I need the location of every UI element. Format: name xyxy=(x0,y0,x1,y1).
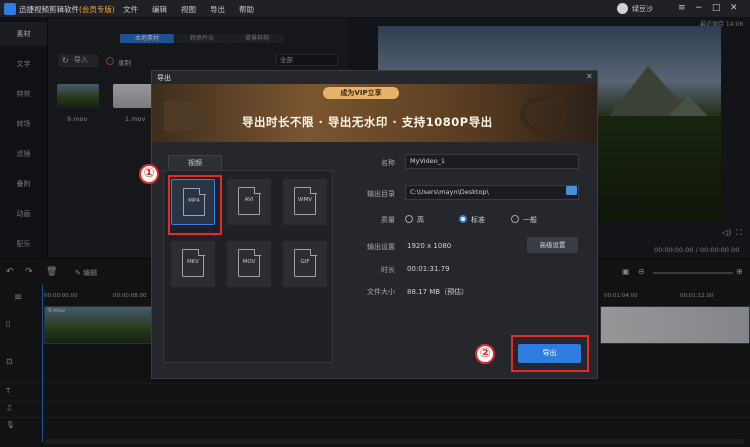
quality-standard-label[interactable]: 标准 xyxy=(471,215,485,225)
maximize-icon[interactable]: □ xyxy=(712,3,721,13)
dir-label: 输出目录 xyxy=(367,190,395,198)
close-icon[interactable]: ✕ xyxy=(586,72,593,81)
name-input[interactable]: MyVideo_1 xyxy=(405,154,579,169)
format-mov[interactable]: MOV xyxy=(227,241,271,287)
app-title: 迅捷视频剪辑软件(会员专版) xyxy=(19,5,115,14)
duration-label: 时长 xyxy=(381,266,395,274)
highlight-box-export xyxy=(511,335,589,372)
menu-icon[interactable]: ≡ xyxy=(678,3,686,13)
format-avi[interactable]: AVI xyxy=(227,179,271,225)
name-label: 名称 xyxy=(381,159,395,167)
quality-high-radio[interactable] xyxy=(405,215,413,223)
avatar[interactable] xyxy=(617,3,628,14)
minimize-icon[interactable]: − xyxy=(695,3,703,13)
username[interactable]: 绿豆沙 xyxy=(632,4,653,14)
size-label: 文件大小 xyxy=(367,288,395,296)
vip-pill[interactable]: 成为VIP立享 xyxy=(323,87,399,99)
video-camera-icon xyxy=(164,101,204,131)
vip-tag: (会员专版) xyxy=(79,5,115,14)
menu-file[interactable]: 文件 xyxy=(123,4,138,15)
folder-icon[interactable] xyxy=(566,186,577,195)
size-value: 88.17 MB（预估） xyxy=(407,288,469,296)
quality-high-label[interactable]: 高 xyxy=(417,215,424,225)
format-gif[interactable]: GIF xyxy=(283,241,327,287)
menu-export[interactable]: 导出 xyxy=(210,4,225,15)
quality-label: 质量 xyxy=(381,216,395,224)
dir-input[interactable]: C:\Users\mayn\Desktop\ xyxy=(405,185,579,200)
format-mkv[interactable]: MKV xyxy=(171,241,215,287)
menu-help[interactable]: 帮助 xyxy=(239,4,254,15)
menu-edit[interactable]: 编辑 xyxy=(152,4,167,15)
banner-text: 导出时长不限 · 导出无水印 · 支持1080P导出 xyxy=(242,115,493,129)
menu-view[interactable]: 视图 xyxy=(181,4,196,15)
advanced-settings-button[interactable]: 高级设置 xyxy=(527,237,578,253)
duration-value: 00:01:31.79 xyxy=(407,265,450,273)
settings-value: 1920 x 1080 xyxy=(407,242,452,250)
app-logo-icon xyxy=(4,3,16,15)
step-marker-1: ① xyxy=(139,164,159,184)
close-icon[interactable]: ✕ xyxy=(730,3,738,13)
step-marker-2: ② xyxy=(475,344,495,364)
quality-normal-label[interactable]: 一般 xyxy=(523,215,537,225)
quality-normal-radio[interactable] xyxy=(511,215,519,223)
format-wmv[interactable]: WMV xyxy=(283,179,327,225)
settings-label: 输出设置 xyxy=(367,243,395,251)
tab-video[interactable]: 视频 xyxy=(168,155,222,170)
film-reel-icon xyxy=(520,95,568,135)
dialog-title: 导出 xyxy=(157,74,171,82)
quality-standard-radio[interactable] xyxy=(459,215,467,223)
highlight-box-format xyxy=(168,175,222,235)
